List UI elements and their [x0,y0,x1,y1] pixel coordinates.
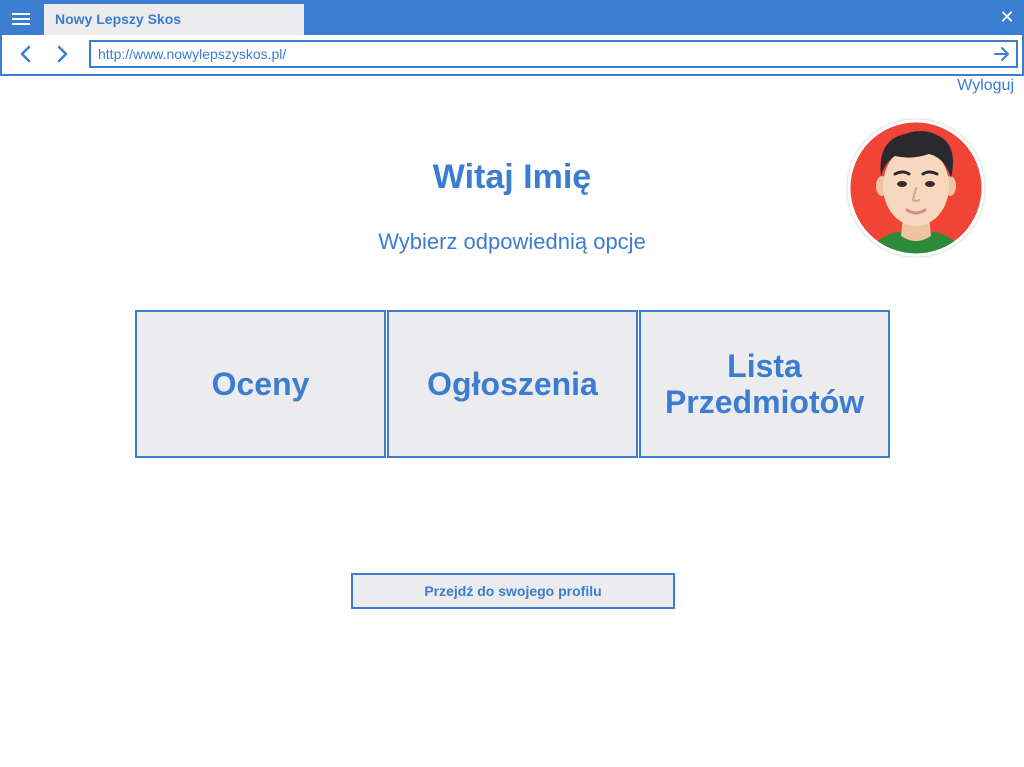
option-tile-grades[interactable]: Oceny [135,310,386,458]
address-url: http://www.nowylepszyskos.pl/ [98,46,287,62]
go-to-profile-button[interactable]: Przejdź do swojego profilu [351,573,675,609]
browser-frame: Nowy Lepszy Skos ✕ http://www.nowylepszy… [0,0,1024,76]
option-tile-label: Ogłoszenia [427,366,598,402]
option-tile-subject-list[interactable]: Lista Przedmiotów [639,310,890,458]
logout-link[interactable]: Wyloguj [957,77,1014,95]
option-tile-announcements[interactable]: Ogłoszenia [387,310,638,458]
option-tile-label: Lista [727,348,802,384]
browser-toolbar: http://www.nowylepszyskos.pl/ [2,35,1022,74]
option-tile-label: Przedmiotów [664,384,865,420]
close-icon[interactable]: ✕ [999,8,1015,26]
instruction-subtitle: Wybierz odpowiednią opcje [378,229,646,254]
menu-icon[interactable] [12,11,32,27]
arrow-right-icon[interactable] [993,45,1011,63]
chevron-right-icon[interactable] [52,44,72,64]
option-tile-label: Oceny [211,366,310,402]
welcome-title: Witaj Imię [432,158,592,196]
address-bar[interactable]: http://www.nowylepszyskos.pl/ [89,40,1018,68]
chevron-left-icon[interactable] [16,44,36,64]
browser-tab[interactable]: Nowy Lepszy Skos [44,4,304,35]
